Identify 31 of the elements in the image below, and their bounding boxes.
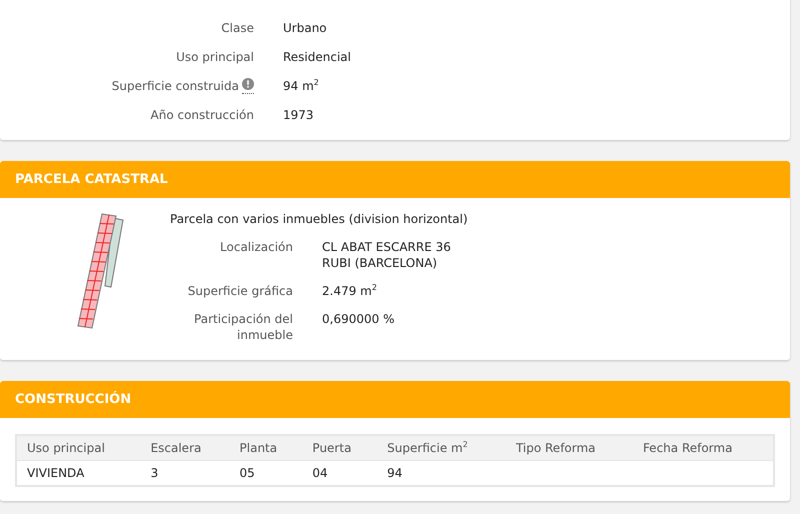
- column-header: Fecha Reforma: [632, 435, 774, 460]
- column-header: Uso principal: [16, 435, 141, 460]
- section-header: PARCELA CATASTRAL: [0, 161, 790, 198]
- field-label: Superficie gráfica: [186, 283, 293, 299]
- field-label: Uso principal: [176, 50, 254, 64]
- table-cell: 3: [140, 460, 230, 486]
- field-label: Localización: [219, 239, 293, 256]
- field-value: RUBI (BARCELONA): [322, 255, 438, 271]
- column-header: Escalera: [140, 435, 230, 460]
- field-value: 0,690000 %: [322, 311, 396, 327]
- table-cell: 05: [230, 460, 302, 486]
- field-label: Superficie construida: [112, 78, 239, 92]
- column-header: Puerta: [302, 435, 378, 460]
- field-label: Participación del inmueble: [193, 311, 293, 343]
- column-header: Superficie m$^{2}$: [377, 435, 506, 460]
- field-value: 94 m$^{2}$: [283, 78, 320, 92]
- field-value: 1973: [283, 108, 315, 122]
- field-value: 2.479 m$^{2}$: [322, 283, 378, 299]
- field-value: Residencial: [283, 50, 352, 64]
- column-header: Planta: [230, 435, 302, 460]
- description-text: Parcela con varios inmuebles (division horizontal): [170, 212, 469, 226]
- field-label: Clase: [221, 20, 254, 34]
- column-header: Tipo Reforma: [506, 435, 633, 460]
- info-icon[interactable]: [242, 78, 254, 94]
- field-value: Urbano: [283, 20, 328, 34]
- table-cell: 94: [377, 460, 506, 486]
- field-value: CL ABAT ESCARRE 36: [322, 239, 452, 255]
- section-header: CONSTRUCCIÓN: [0, 381, 790, 418]
- field-label: Año construcción: [150, 108, 254, 122]
- table-cell: VIVIENDA: [16, 460, 141, 486]
- table-cell: 04: [302, 460, 378, 486]
